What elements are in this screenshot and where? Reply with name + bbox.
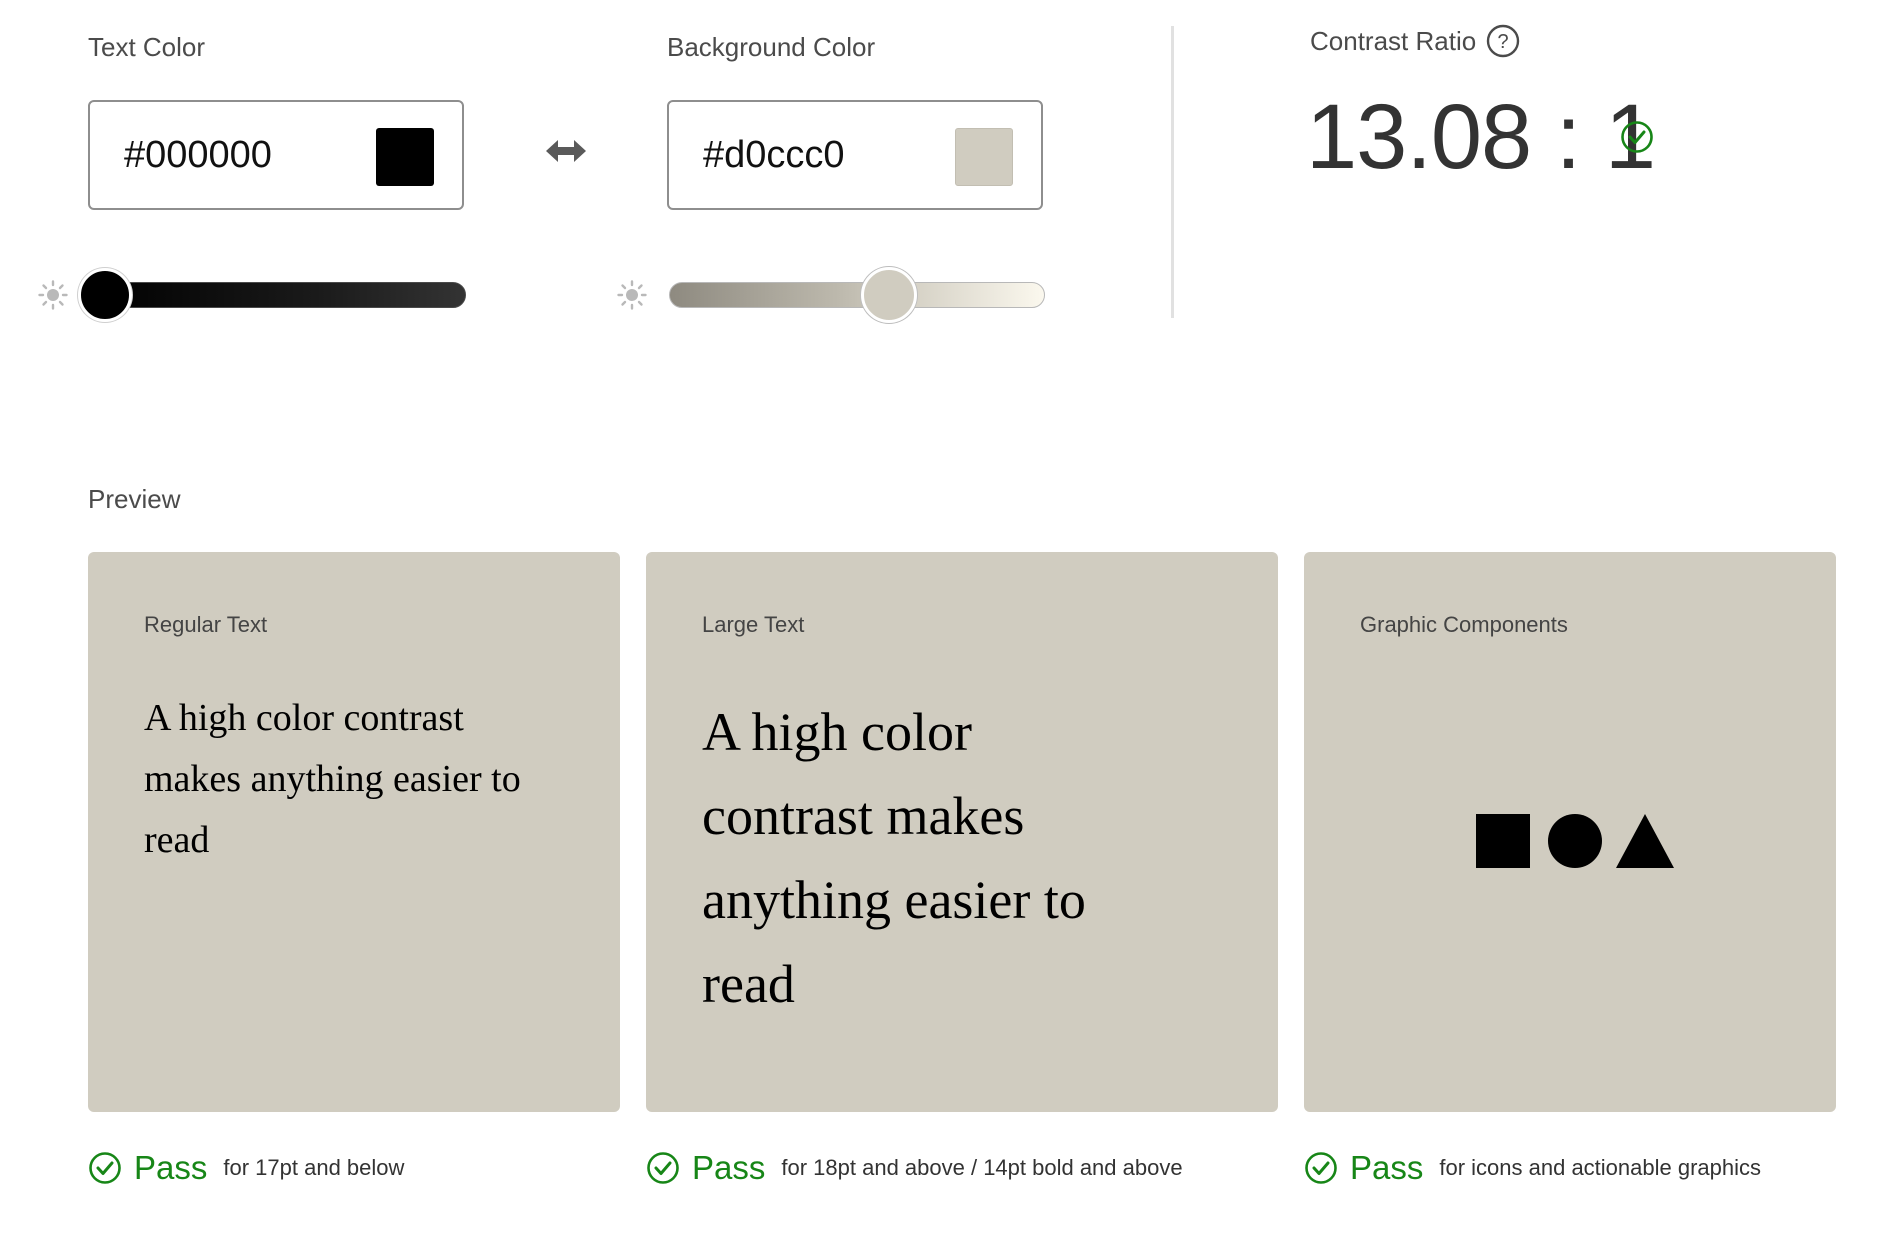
preview-label: Preview: [88, 484, 181, 514]
pass-label: Pass: [134, 1149, 208, 1186]
check-circle-icon: [1621, 121, 1653, 153]
background-color-input[interactable]: [703, 130, 933, 180]
large-text-panel: Large Text A high color contrast makes a…: [646, 552, 1278, 1112]
triangle-icon: [1616, 814, 1674, 868]
text-color-input[interactable]: [124, 130, 354, 180]
pass-note: for icons and actionable graphics: [1439, 1155, 1762, 1180]
svg-text:?: ?: [1497, 31, 1508, 53]
large-text-result: Pass for 18pt and above / 14pt bold and …: [646, 1146, 1183, 1190]
regular-text-result: Pass for 17pt and below: [88, 1146, 404, 1190]
regular-text-sample: A high color contrast makes anything eas…: [144, 697, 521, 861]
check-circle-icon: [89, 1152, 121, 1184]
graphic-components-panel: Graphic Components: [1304, 552, 1836, 1112]
check-circle-icon: [647, 1152, 679, 1184]
text-lightness-thumb[interactable]: [78, 268, 132, 322]
text-color-label: Text Color: [88, 32, 206, 62]
pass-label: Pass: [692, 1149, 766, 1186]
sun-icon: [617, 280, 647, 310]
regular-text-panel: Regular Text A high color contrast makes…: [88, 552, 620, 1112]
swap-arrows-icon[interactable]: [546, 138, 586, 164]
panel-label: Regular Text: [144, 612, 268, 637]
background-lightness-thumb[interactable]: [861, 267, 917, 323]
text-color-field[interactable]: [88, 100, 464, 210]
section-divider: [1171, 26, 1174, 318]
pass-note: for 18pt and above / 14pt bold and above: [781, 1155, 1183, 1180]
sun-icon: [38, 280, 68, 310]
panel-label: Graphic Components: [1360, 612, 1568, 637]
background-color-swatch[interactable]: [955, 128, 1013, 186]
panel-label: Large Text: [702, 612, 805, 637]
text-color-swatch[interactable]: [376, 128, 434, 186]
large-text-sample: A high color contrast makes anything eas…: [702, 702, 1086, 1014]
background-lightness-slider[interactable]: [669, 282, 1045, 308]
text-lightness-slider[interactable]: [90, 282, 466, 308]
question-circle-icon[interactable]: ?: [1486, 24, 1520, 58]
circle-icon: [1548, 814, 1602, 868]
pass-note: for 17pt and below: [223, 1155, 405, 1180]
contrast-ratio-value: 13.08 : 1: [1306, 86, 1656, 188]
background-color-field[interactable]: [667, 100, 1043, 210]
background-color-label: Background Color: [667, 32, 876, 62]
square-icon: [1476, 814, 1530, 868]
graphic-components-result: Pass for icons and actionable graphics: [1304, 1146, 1761, 1190]
check-circle-icon: [1305, 1152, 1337, 1184]
contrast-ratio-label: Contrast Ratio: [1310, 26, 1477, 56]
pass-label: Pass: [1350, 1149, 1424, 1186]
